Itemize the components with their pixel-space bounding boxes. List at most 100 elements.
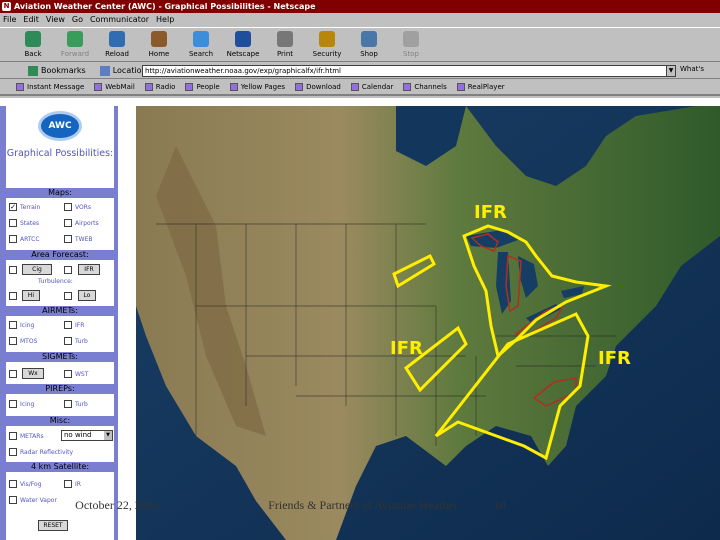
- channels-link[interactable]: Channels: [403, 83, 447, 91]
- vors-checkbox[interactable]: [64, 203, 72, 211]
- instant-message-link[interactable]: Instant Message: [16, 83, 84, 91]
- sigmet-wx-button[interactable]: Wx: [22, 368, 44, 379]
- reload-button[interactable]: Reload: [96, 28, 138, 62]
- netscape-icon: [235, 31, 251, 47]
- tweb-option[interactable]: TWEB: [64, 235, 93, 243]
- airports-option[interactable]: Airports: [64, 219, 99, 227]
- satellite-heading: 4 km Satellite:: [6, 462, 114, 472]
- airmet-icing-checkbox[interactable]: [9, 321, 17, 329]
- ifr-button[interactable]: IFR: [78, 264, 100, 275]
- reset-button[interactable]: RESET: [38, 520, 68, 531]
- bookmark-icon: [16, 83, 24, 91]
- bookmark-icon: [403, 83, 412, 91]
- radio-link[interactable]: Radio: [144, 83, 175, 91]
- terrain-checkbox[interactable]: ✓: [9, 203, 17, 211]
- back-button[interactable]: Back: [12, 28, 54, 62]
- shop-icon: [361, 31, 377, 47]
- panel-title: Graphical Possibilities:: [6, 148, 114, 159]
- location-toolbar: Bookmarks Location: http://aviationweath…: [0, 63, 720, 79]
- airports-checkbox[interactable]: [64, 219, 72, 227]
- airmet-ifr-checkbox[interactable]: [64, 321, 72, 329]
- pirep-icing-option[interactable]: Icing: [9, 400, 34, 408]
- water-vapor-checkbox[interactable]: [9, 496, 17, 504]
- people-link[interactable]: People: [185, 83, 220, 91]
- calendar-link[interactable]: Calendar: [350, 83, 393, 91]
- states-option[interactable]: States: [9, 219, 39, 227]
- artcc-option[interactable]: ARTCC: [9, 235, 40, 243]
- chevron-down-icon: ▼: [104, 431, 112, 440]
- menu-view[interactable]: View: [46, 15, 65, 24]
- visfog-option[interactable]: Vis/Fog: [9, 480, 42, 488]
- visfog-checkbox[interactable]: [9, 480, 17, 488]
- page-content: AWC Graphical Possibilities: Maps: ✓ Terr…: [0, 98, 720, 540]
- menu-go[interactable]: Go: [72, 15, 83, 24]
- bookmark-icon: [94, 83, 103, 91]
- pirep-turb-option[interactable]: Turb: [64, 400, 88, 408]
- turb-hi-checkbox[interactable]: [9, 292, 17, 300]
- webmail-link[interactable]: WebMail: [94, 83, 135, 91]
- ir-option[interactable]: IR: [64, 480, 81, 488]
- security-button[interactable]: Security: [306, 28, 348, 62]
- bookmarks-button[interactable]: Bookmarks: [28, 65, 86, 76]
- cig-checkbox[interactable]: [9, 266, 17, 274]
- ifr-label-north: IFR: [474, 202, 507, 223]
- airmet-turb-option[interactable]: Turb: [64, 337, 88, 345]
- realplayer-link[interactable]: RealPlayer: [456, 83, 505, 91]
- vors-option[interactable]: VORs: [64, 203, 91, 211]
- metars-wind-select[interactable]: no wind ▼: [61, 430, 113, 441]
- radar-option[interactable]: Radar Reflectivity: [9, 448, 73, 456]
- cig-button[interactable]: Cig: [22, 264, 52, 275]
- turb-hi-button[interactable]: Hi: [22, 290, 40, 301]
- menu-edit[interactable]: Edit: [23, 15, 39, 24]
- airmets-heading: AIRMETs:: [6, 306, 114, 316]
- states-checkbox[interactable]: [9, 219, 17, 227]
- menu-file[interactable]: File: [3, 15, 16, 24]
- awc-logo[interactable]: AWC: [38, 111, 82, 141]
- metars-checkbox[interactable]: [9, 432, 17, 440]
- location-dropdown-button[interactable]: ▼: [666, 65, 676, 77]
- pireps-heading: PIREPs:: [6, 384, 114, 394]
- artcc-checkbox[interactable]: [9, 235, 17, 243]
- airmet-icing-option[interactable]: Icing: [9, 321, 34, 329]
- sigmet-wx-checkbox[interactable]: [9, 370, 17, 378]
- page-proxy-icon[interactable]: [99, 65, 110, 76]
- ifr-checkbox[interactable]: [64, 266, 72, 274]
- stop-button[interactable]: Stop: [390, 28, 432, 62]
- terrain-map[interactable]: IFR IFR IFR: [136, 106, 720, 540]
- airmet-mtos-checkbox[interactable]: [9, 337, 17, 345]
- bookmark-icon: [144, 83, 153, 91]
- print-button[interactable]: Print: [264, 28, 306, 62]
- metars-option[interactable]: METARs: [9, 432, 44, 440]
- shop-button[interactable]: Shop: [348, 28, 390, 62]
- ir-checkbox[interactable]: [64, 480, 72, 488]
- netscape-button[interactable]: Netscape: [222, 28, 264, 62]
- menu-communicator[interactable]: Communicator: [90, 15, 149, 24]
- download-link[interactable]: Download: [295, 83, 341, 91]
- whats-related-button[interactable]: What's: [680, 65, 704, 73]
- turb-lo-checkbox[interactable]: [64, 292, 72, 300]
- airmet-turb-checkbox[interactable]: [64, 337, 72, 345]
- turb-lo-button[interactable]: Lo: [78, 290, 96, 301]
- home-button[interactable]: Home: [138, 28, 180, 62]
- tweb-checkbox[interactable]: [64, 235, 72, 243]
- terrain-option[interactable]: ✓ Terrain: [9, 203, 40, 211]
- radar-checkbox[interactable]: [9, 448, 17, 456]
- airmet-ifr-option[interactable]: IFR: [64, 321, 84, 329]
- back-arrow-icon: [25, 31, 41, 47]
- turbulence-label: Turbulence:: [38, 278, 73, 285]
- sigmet-wst-option[interactable]: WST: [64, 370, 88, 378]
- forward-button[interactable]: Forward: [54, 28, 96, 62]
- reload-icon: [109, 31, 125, 47]
- location-url-field[interactable]: http://aviationweather.noaa.gov/exp/grap…: [142, 65, 676, 77]
- yellow-pages-link[interactable]: Yellow Pages: [229, 83, 285, 91]
- menu-help[interactable]: Help: [156, 15, 174, 24]
- pirep-turb-checkbox[interactable]: [64, 400, 72, 408]
- search-button[interactable]: Search: [180, 28, 222, 62]
- bookmark-icon: [185, 83, 194, 91]
- pirep-icing-checkbox[interactable]: [9, 400, 17, 408]
- navigation-toolbar: Back Forward Reload Home Search Netscape…: [0, 27, 720, 62]
- airmet-mtos-option[interactable]: MTOS: [9, 337, 37, 345]
- sigmet-wst-checkbox[interactable]: [64, 370, 72, 378]
- home-icon: [151, 31, 167, 47]
- water-vapor-option[interactable]: Water Vapor: [9, 496, 57, 504]
